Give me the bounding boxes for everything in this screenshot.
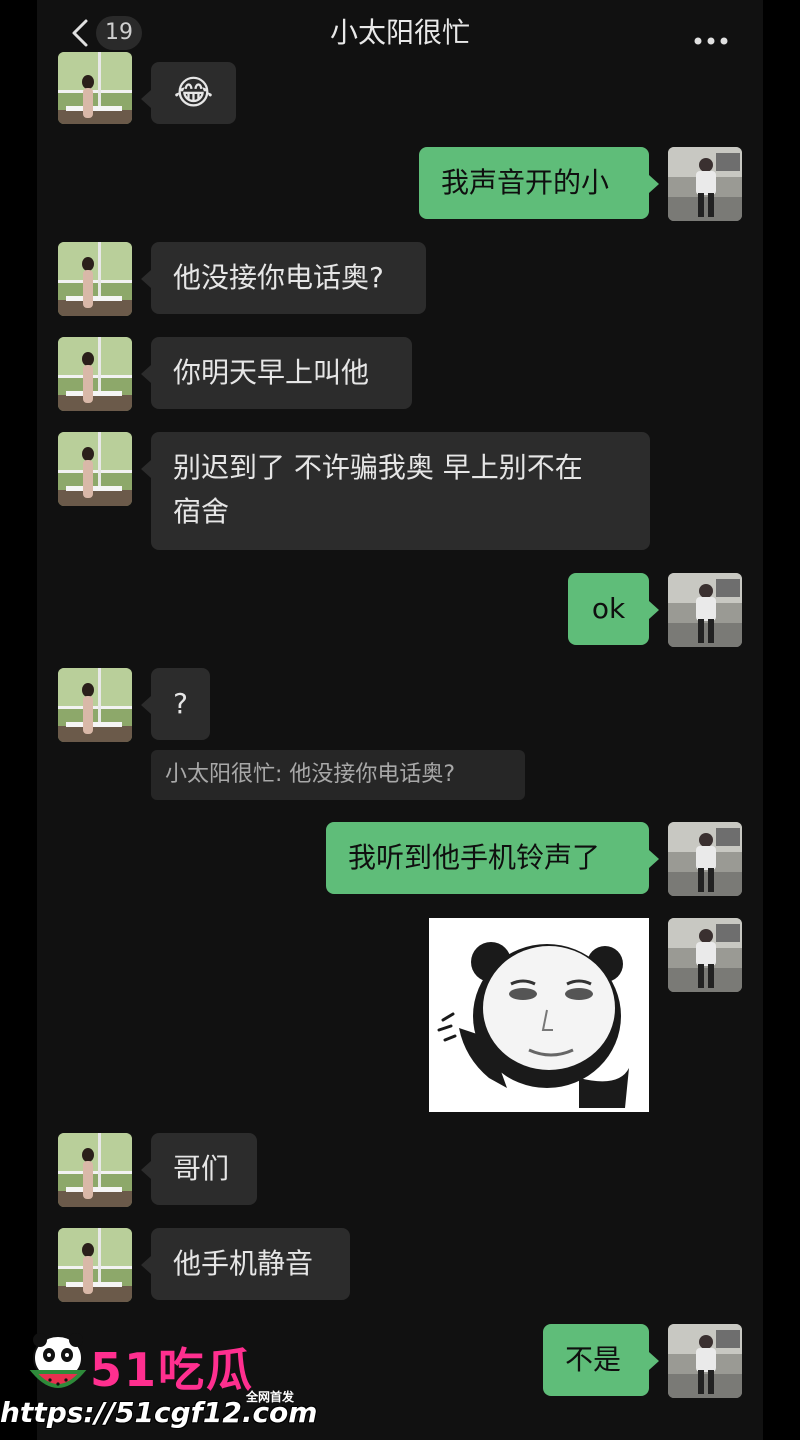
chevron-left-icon[interactable] <box>66 18 96 48</box>
message-bubble-outgoing[interactable]: ok <box>568 573 659 645</box>
more-dots-icon[interactable] <box>693 30 733 45</box>
my-avatar[interactable] <box>668 918 742 992</box>
my-avatar[interactable] <box>668 822 742 896</box>
unread-count-badge[interactable]: 19 <box>96 16 142 50</box>
my-avatar[interactable] <box>668 147 742 221</box>
contact-avatar[interactable] <box>58 432 132 506</box>
watermark-url: https://51cgf12.com <box>0 1396 318 1429</box>
message-bubble-incoming[interactable]: 别迟到了 不许骗我奥 早上别不在 宿舍 <box>141 432 650 550</box>
message-bubble-incoming[interactable]: 你明天早上叫他 <box>141 337 412 409</box>
contact-avatar[interactable] <box>58 1228 132 1302</box>
watermark-brand: 51吃瓜 <box>90 1343 255 1397</box>
message-bubble-outgoing[interactable]: 不是 <box>543 1324 659 1396</box>
message-bubble-outgoing[interactable]: 我声音开的小 <box>419 147 659 219</box>
contact-avatar[interactable] <box>58 52 132 124</box>
chat-title: 小太阳很忙 <box>329 16 470 49</box>
message-bubble-incoming[interactable]: 他手机静音 <box>141 1228 350 1300</box>
message-line: 宿舍 <box>173 495 230 528</box>
my-avatar[interactable] <box>668 573 742 647</box>
message-bubble-incoming[interactable]: 哥们 <box>141 1133 257 1205</box>
message-bubble-emoji[interactable]: 😂 <box>141 62 236 124</box>
contact-avatar[interactable] <box>58 242 132 316</box>
message-bubble-incoming[interactable]: 他没接你电话奥? <box>141 242 426 314</box>
quoted-message[interactable]: 小太阳很忙: 他没接你电话奥? <box>151 750 525 800</box>
message-bubble-outgoing[interactable]: 我听到他手机铃声了 <box>326 822 659 894</box>
message-line: 别迟到了 不许骗我奥 早上别不在 <box>173 451 583 484</box>
contact-avatar[interactable] <box>58 1133 132 1207</box>
watermelon-mascot-icon <box>28 1328 88 1396</box>
my-avatar[interactable] <box>668 1324 742 1398</box>
chat-screen <box>37 0 763 1440</box>
message-bubble-incoming[interactable]: ? <box>141 668 210 740</box>
contact-avatar[interactable] <box>58 337 132 411</box>
panda-meme-sticker[interactable] <box>429 918 649 1112</box>
contact-avatar[interactable] <box>58 668 132 742</box>
